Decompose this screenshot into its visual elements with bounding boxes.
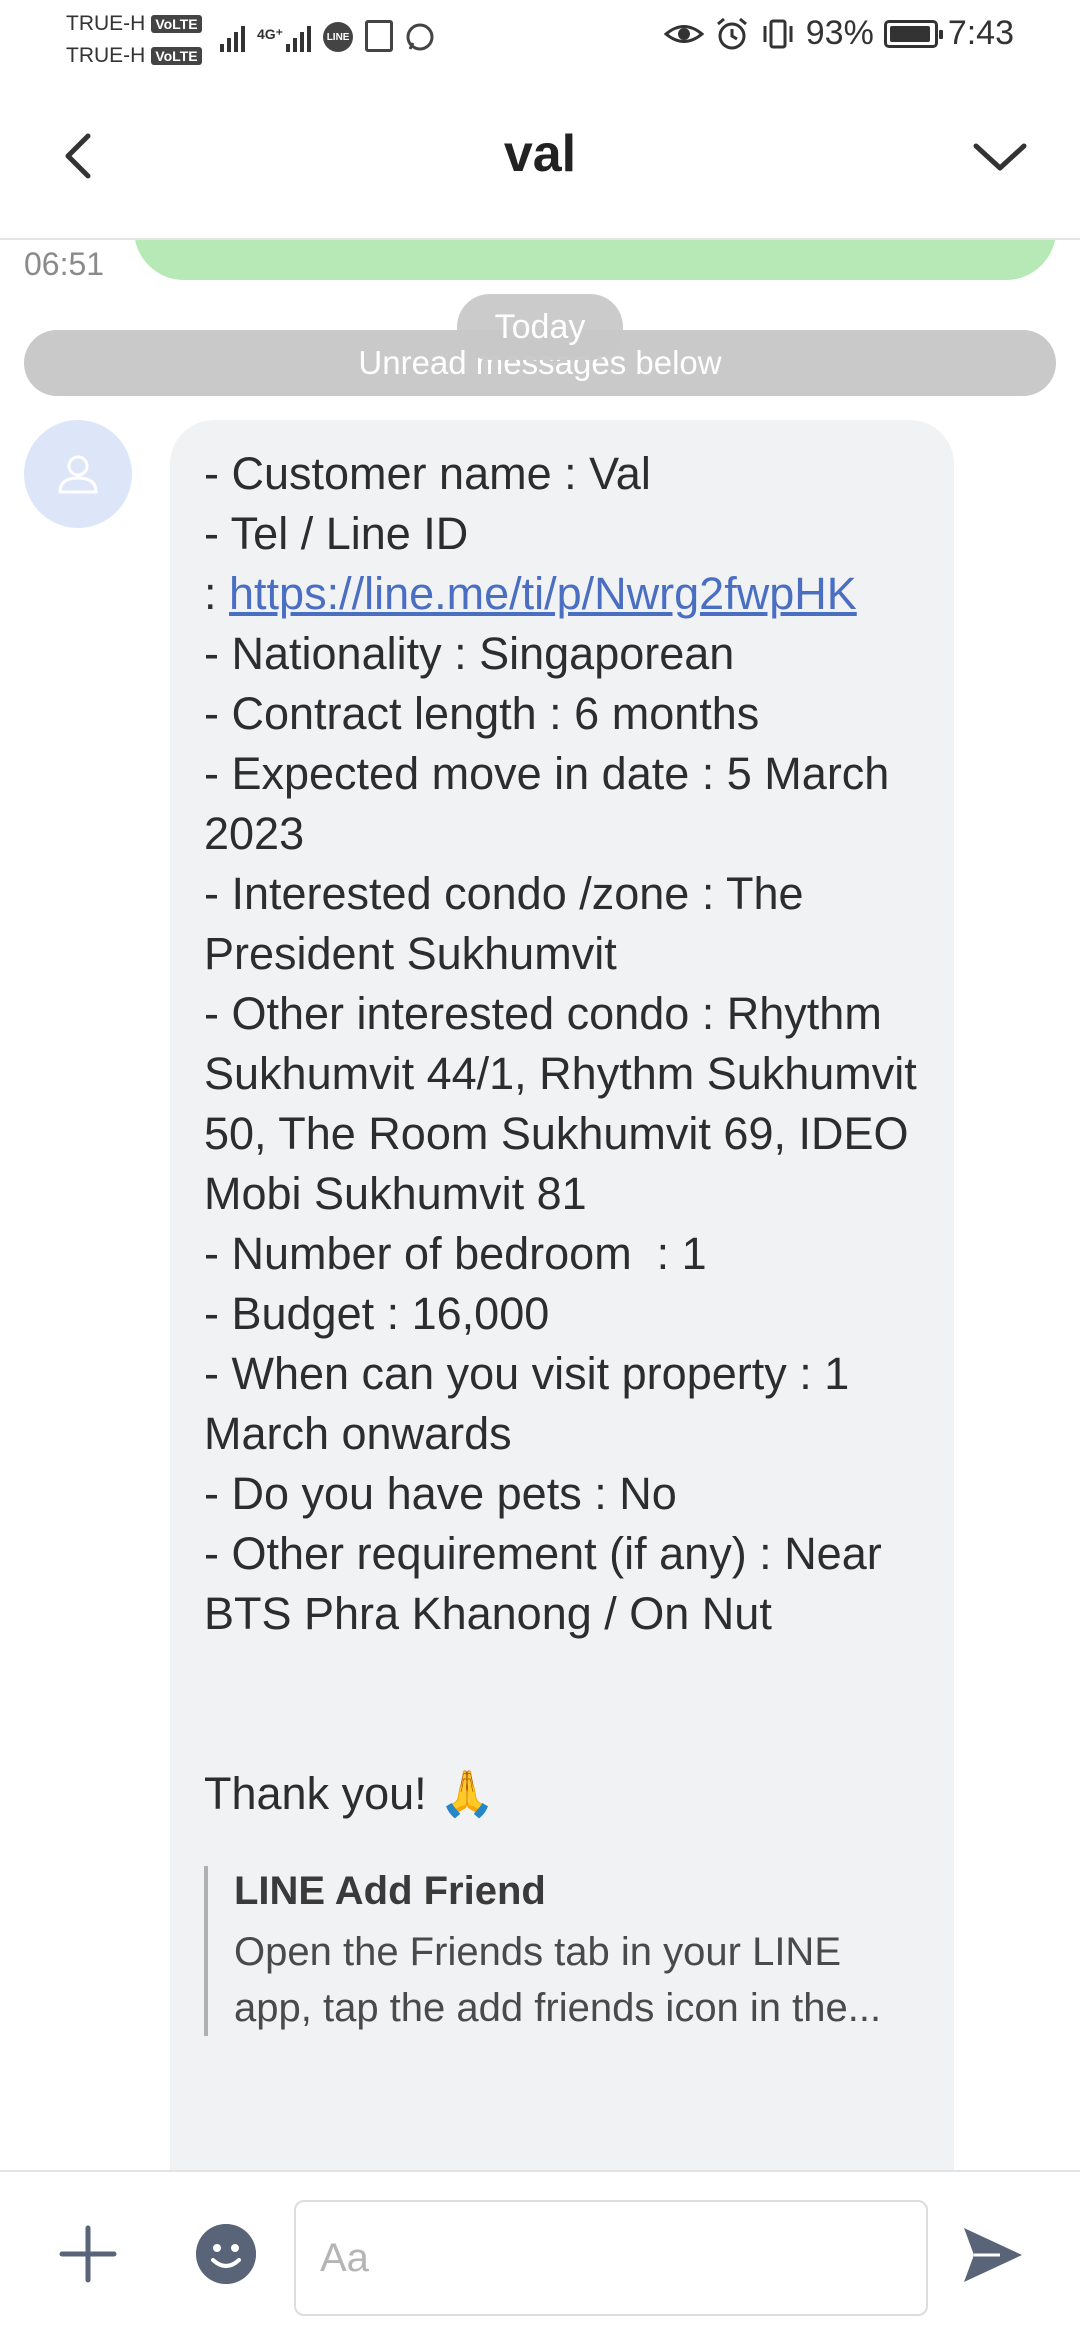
line-profile-link[interactable]: https://line.me/ti/p/Nwrg2fwpHK [229, 568, 857, 619]
message-input[interactable] [294, 2200, 928, 2316]
carrier-name-2: TRUE-H [66, 44, 146, 67]
link-preview-card[interactable]: LINE Add Friend Open the Friends tab in … [204, 1866, 920, 2036]
link-preview-title: LINE Add Friend [234, 1869, 546, 1913]
line-app-icon: LINE [323, 22, 354, 52]
chat-title: val [503, 125, 577, 183]
volte-badge-2: VoLTE [151, 47, 202, 65]
battery-percent: 93% [805, 14, 874, 52]
message-line: - Other requirement (if any) : Near BTS … [204, 1528, 895, 1639]
signal-4g-icon: 4G⁺ [257, 26, 312, 52]
thanks-line: Thank you! 🙏 [204, 1768, 496, 1819]
message-line: - Other interested condo : Rhythm Sukhum… [204, 988, 930, 1219]
message-line: - When can you visit property : 1 March … [204, 1348, 862, 1459]
message-line: - Contract length : 6 months [204, 688, 760, 739]
signal-group: 4G⁺ LINE [220, 20, 435, 52]
battery-icon [883, 19, 943, 48]
status-right: 93% 7:43 [663, 14, 1014, 53]
message-line: - Customer name : Val [204, 448, 651, 499]
chevron-down-icon[interactable] [968, 126, 1032, 186]
avatar[interactable] [24, 420, 132, 528]
link-prefix: : [204, 568, 230, 619]
volte-badge-1: VoLTE [151, 15, 202, 33]
status-bar: TRUE-H VoLTE TRUE-H VoLTE 4G⁺ LINE 93% 7… [0, 0, 1080, 76]
seven-eleven-icon [365, 20, 394, 52]
chat-area[interactable]: 06:51 Unread messages below Today - Cust… [0, 240, 1080, 2170]
network-type-label: 4G⁺ [257, 26, 284, 42]
message-line: - Budget : 16,000 [204, 1288, 550, 1339]
received-message-bubble[interactable]: - Customer name : Val - Tel / Line ID : … [170, 420, 954, 2170]
carrier-name-1: TRUE-H [66, 12, 146, 35]
alarm-icon [716, 17, 747, 49]
message-timestamp: 06:51 [24, 246, 105, 282]
date-separator: Today [457, 294, 623, 360]
link-preview-description: Open the Friends tab in your LINE app, t… [234, 1930, 882, 2030]
message-line: - Expected move in date : 5 March 2023 [204, 748, 902, 859]
vibrate-icon [763, 19, 793, 48]
emoji-icon[interactable] [196, 2224, 256, 2284]
carrier-row-2: TRUE-H VoLTE [66, 40, 202, 72]
message-line: - Number of bedroom : 1 [204, 1228, 707, 1279]
message-line: - Interested condo /zone : The President… [204, 868, 817, 979]
status-time: 7:43 [947, 14, 1014, 52]
eye-icon [663, 24, 704, 43]
plus-icon[interactable] [56, 2222, 120, 2286]
whatsapp-icon [406, 23, 434, 51]
user-icon [58, 455, 98, 494]
signal-bars-icon [220, 26, 245, 52]
carrier-row-1: TRUE-H VoLTE [66, 8, 202, 40]
carrier-info: TRUE-H VoLTE TRUE-H VoLTE [66, 8, 202, 72]
message-line: - Nationality : Singaporean [204, 628, 735, 679]
message-line: - Tel / Line ID [204, 508, 469, 559]
chat-header: val [0, 76, 1080, 240]
message-line-link: : https://line.me/ti/p/Nwrg2fwpHK [204, 564, 920, 624]
message-line: - Do you have pets : No [204, 1468, 677, 1519]
sent-message-bubble[interactable] [134, 240, 1056, 280]
message-input-bar [0, 2170, 1080, 2340]
send-icon[interactable] [960, 2222, 1026, 2288]
